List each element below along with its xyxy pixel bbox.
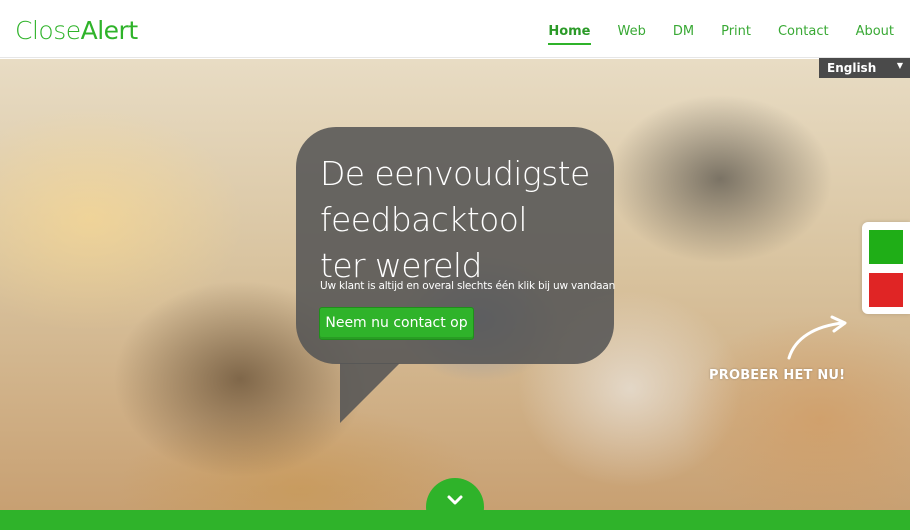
main-nav: Home Web DM Print Contact About — [548, 24, 894, 45]
language-selected: English — [827, 61, 877, 75]
caret-down-icon: ▼ — [896, 61, 903, 70]
feedback-widget — [862, 222, 910, 314]
hero-section: De eenvoudigste feedbacktool ter wereld … — [0, 59, 910, 510]
negative-feedback-button[interactable] — [869, 273, 903, 307]
scroll-down-button[interactable] — [426, 478, 484, 530]
nav-print[interactable]: Print — [721, 24, 751, 40]
positive-feedback-button[interactable] — [869, 230, 903, 264]
nav-home[interactable]: Home — [548, 24, 591, 45]
nav-dm[interactable]: DM — [673, 24, 694, 40]
language-select[interactable]: English ▼ — [819, 58, 910, 78]
logo-part-alert: Alert — [80, 16, 139, 45]
speech-bubble-tail — [340, 363, 400, 423]
nav-web[interactable]: Web — [618, 24, 646, 40]
nav-contact[interactable]: Contact — [778, 24, 829, 40]
logo[interactable]: CloseAlert — [15, 17, 138, 45]
headline-line-1: De eenvoudigste — [320, 154, 590, 193]
hero-subline: Uw klant is altijd en overal slechts één… — [320, 280, 616, 292]
contact-cta-button[interactable]: Neem nu contact op — [319, 307, 474, 340]
chevron-down-icon — [447, 495, 463, 505]
try-now-label: PROBEER HET NU! — [709, 368, 846, 383]
headline-line-2: feedbacktool — [320, 200, 527, 239]
hero-headline: De eenvoudigste feedbacktool ter wereld — [320, 151, 610, 289]
site-header: CloseAlert Home Web DM Print Contact Abo… — [0, 0, 910, 58]
nav-about[interactable]: About — [856, 24, 894, 40]
curved-arrow-icon — [787, 315, 847, 360]
logo-part-close: Close — [15, 16, 81, 45]
